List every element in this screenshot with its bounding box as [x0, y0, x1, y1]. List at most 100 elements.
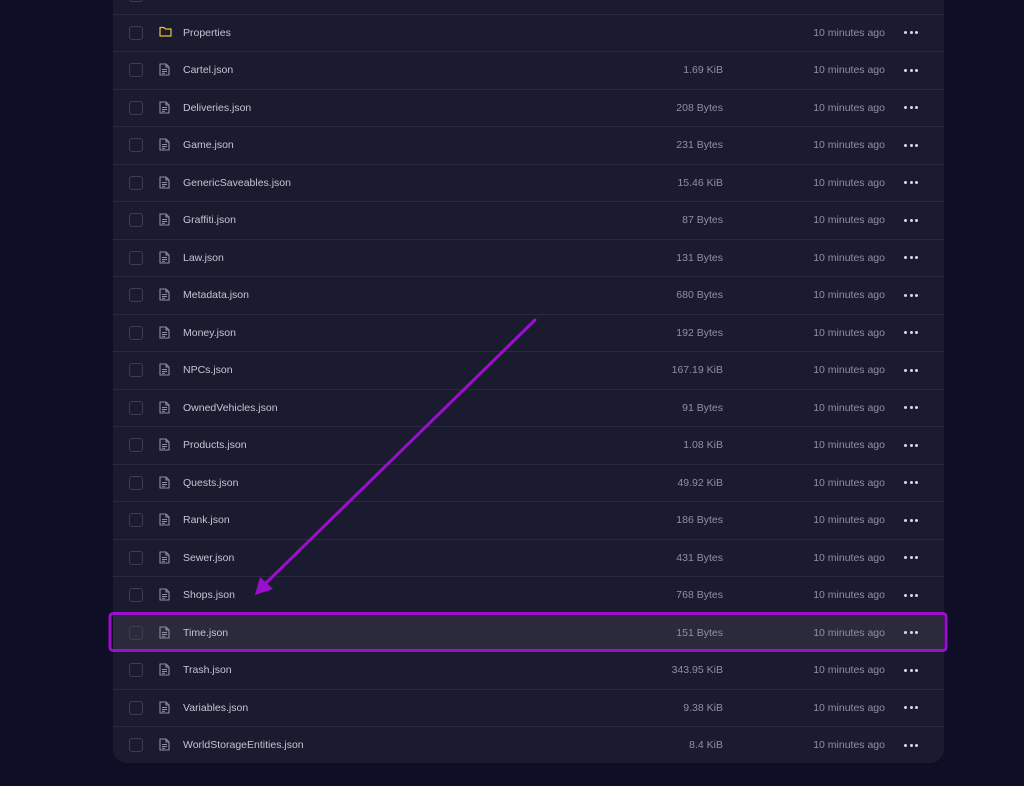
- file-name[interactable]: Sewer.json: [183, 552, 234, 564]
- row-checkbox[interactable]: [129, 513, 143, 528]
- more-horizontal-icon[interactable]: [904, 703, 918, 713]
- file-name[interactable]: WorldStorageEntities.json: [183, 739, 304, 751]
- file-row[interactable]: Graffiti.json 87 Bytes 10 minutes ago: [113, 202, 944, 240]
- file-modified: 10 minutes ago: [813, 476, 885, 489]
- more-horizontal-icon[interactable]: [904, 28, 918, 38]
- more-horizontal-icon[interactable]: [904, 478, 918, 488]
- file-name[interactable]: Variables.json: [183, 702, 248, 714]
- file-size: 167.19 KiB: [671, 364, 723, 377]
- row-checkbox[interactable]: [129, 363, 143, 378]
- file-text-icon: [159, 401, 172, 415]
- file-row[interactable]: Properties 10 minutes ago: [113, 15, 944, 52]
- file-row[interactable]: Shops.json 768 Bytes 10 minutes ago: [113, 577, 944, 615]
- file-row[interactable]: [113, 0, 944, 15]
- file-text-icon: [159, 701, 172, 715]
- more-horizontal-icon[interactable]: [904, 328, 918, 338]
- more-horizontal-icon[interactable]: [904, 65, 918, 75]
- file-row[interactable]: Variables.json 9.38 KiB 10 minutes ago: [113, 690, 944, 727]
- file-name[interactable]: Time.json: [183, 627, 228, 639]
- file-row[interactable]: WorldStorageEntities.json 8.4 KiB 10 minut…: [113, 727, 944, 763]
- row-checkbox[interactable]: [129, 175, 143, 190]
- more-horizontal-icon[interactable]: [904, 590, 918, 600]
- file-row[interactable]: Products.json 1.08 KiB 10 minutes ago: [113, 427, 944, 465]
- more-horizontal-icon[interactable]: [904, 290, 918, 300]
- file-row[interactable]: Metadata.json 680 Bytes 10 minutes ago: [113, 277, 944, 315]
- file-name[interactable]: Trash.json: [183, 664, 232, 676]
- file-modified: 10 minutes ago: [813, 101, 885, 114]
- row-checkbox[interactable]: [129, 625, 143, 640]
- row-checkbox[interactable]: [129, 588, 143, 603]
- row-checkbox[interactable]: [129, 550, 143, 565]
- file-row[interactable]: Time.json 151 Bytes 10 minutes ago: [113, 614, 944, 652]
- row-checkbox[interactable]: [129, 475, 143, 490]
- more-horizontal-icon[interactable]: [904, 178, 918, 188]
- file-name[interactable]: Game.json: [183, 139, 234, 151]
- row-checkbox[interactable]: [129, 250, 143, 265]
- file-name[interactable]: GenericSaveables.json: [183, 177, 291, 189]
- file-size: 768 Bytes: [676, 589, 723, 602]
- file-name[interactable]: Shops.json: [183, 589, 235, 601]
- row-checkbox[interactable]: [129, 325, 143, 340]
- file-row[interactable]: GenericSaveables.json 15.46 KiB 10 minutes…: [113, 165, 944, 202]
- more-horizontal-icon[interactable]: [904, 740, 918, 750]
- row-checkbox[interactable]: [129, 663, 143, 678]
- row-checkbox[interactable]: [129, 63, 143, 78]
- file-row[interactable]: OwnedVehicles.json 91 Bytes 10 minutes ago: [113, 390, 944, 427]
- file-row[interactable]: Trash.json 343.95 KiB 10 minutes ago: [113, 652, 944, 690]
- file-name[interactable]: Properties: [183, 27, 231, 39]
- file-size: 231 Bytes: [676, 139, 723, 152]
- row-checkbox[interactable]: [129, 700, 143, 715]
- file-name[interactable]: Money.json: [183, 327, 236, 339]
- file-row[interactable]: Rank.json 186 Bytes 10 minutes ago: [113, 502, 944, 540]
- file-row[interactable]: Deliveries.json 208 Bytes 10 minutes ago: [113, 90, 944, 127]
- file-row[interactable]: Quests.json 49.92 KiB 10 minutes ago: [113, 465, 944, 502]
- file-name[interactable]: Graffiti.json: [183, 214, 236, 226]
- row-checkbox[interactable]: [129, 438, 143, 453]
- file-name[interactable]: OwnedVehicles.json: [183, 402, 278, 414]
- file-name[interactable]: Cartel.json: [183, 64, 233, 76]
- row-checkbox[interactable]: [129, 25, 143, 40]
- file-text-icon: [159, 476, 172, 490]
- more-horizontal-icon[interactable]: [904, 665, 918, 675]
- file-row[interactable]: Game.json 231 Bytes 10 minutes ago: [113, 127, 944, 165]
- file-name[interactable]: Rank.json: [183, 514, 230, 526]
- file-name[interactable]: Deliveries.json: [183, 102, 251, 114]
- file-modified: 10 minutes ago: [813, 214, 885, 227]
- file-size: 1.08 KiB: [683, 439, 723, 452]
- file-row[interactable]: Money.json 192 Bytes 10 minutes ago: [113, 315, 944, 352]
- file-modified: 10 minutes ago: [813, 401, 885, 414]
- more-horizontal-icon[interactable]: [904, 628, 918, 638]
- more-horizontal-icon[interactable]: [904, 253, 918, 263]
- file-name[interactable]: NPCs.json: [183, 364, 233, 376]
- more-horizontal-icon[interactable]: [904, 365, 918, 375]
- file-row[interactable]: Cartel.json 1.69 KiB 10 minutes ago: [113, 52, 944, 90]
- file-name[interactable]: Quests.json: [183, 477, 238, 489]
- row-checkbox[interactable]: [129, 400, 143, 415]
- file-row[interactable]: Sewer.json 431 Bytes 10 minutes ago: [113, 540, 944, 577]
- file-list-panel: Properties 10 minutes ago Cartel.json 1.69 …: [113, 0, 944, 763]
- file-size: 91 Bytes: [682, 401, 723, 414]
- file-name[interactable]: Products.json: [183, 439, 247, 451]
- file-modified: 10 minutes ago: [813, 439, 885, 452]
- row-checkbox[interactable]: [129, 738, 143, 753]
- more-horizontal-icon[interactable]: [904, 215, 918, 225]
- file-text-icon: [159, 213, 172, 227]
- file-modified: 10 minutes ago: [813, 589, 885, 602]
- file-row[interactable]: Law.json 131 Bytes 10 minutes ago: [113, 240, 944, 277]
- row-checkbox[interactable]: [129, 213, 143, 228]
- more-horizontal-icon[interactable]: [904, 553, 918, 563]
- file-size: 431 Bytes: [676, 551, 723, 564]
- row-checkbox[interactable]: [129, 138, 143, 153]
- row-checkbox[interactable]: [129, 100, 143, 115]
- file-name[interactable]: Law.json: [183, 252, 224, 264]
- more-horizontal-icon[interactable]: [904, 440, 918, 450]
- more-horizontal-icon[interactable]: [904, 515, 918, 525]
- row-checkbox[interactable]: [129, 288, 143, 303]
- row-checkbox[interactable]: [129, 0, 143, 3]
- more-horizontal-icon[interactable]: [904, 103, 918, 113]
- more-horizontal-icon[interactable]: [904, 403, 918, 413]
- file-modified: 10 minutes ago: [813, 139, 885, 152]
- more-horizontal-icon[interactable]: [904, 140, 918, 150]
- file-row[interactable]: NPCs.json 167.19 KiB 10 minutes ago: [113, 352, 944, 390]
- file-name[interactable]: Metadata.json: [183, 289, 249, 301]
